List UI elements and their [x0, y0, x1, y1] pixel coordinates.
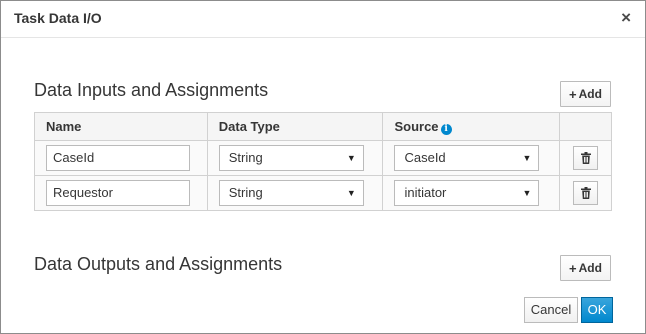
name-input[interactable]: Requestor	[46, 180, 190, 206]
data-type-value: String	[228, 150, 263, 165]
plus-icon: +	[569, 86, 577, 102]
column-header-name: Name	[34, 112, 208, 141]
cancel-button[interactable]: Cancel	[524, 297, 578, 323]
delete-row-button[interactable]	[573, 146, 599, 170]
caret-down-icon: ▼	[346, 188, 356, 198]
source-cell: initiator ▼	[382, 175, 561, 211]
source-select[interactable]: CaseId ▼	[394, 145, 540, 171]
inputs-table: Name Data Type Sourcei CaseId String ▼	[34, 112, 612, 211]
caret-down-icon: ▼	[346, 153, 356, 163]
name-cell: CaseId	[34, 140, 208, 176]
close-icon[interactable]: ×	[621, 9, 631, 27]
dialog-title: Task Data I/O	[14, 10, 102, 26]
source-value: initiator	[404, 185, 447, 200]
dialog-header: Task Data I/O ×	[1, 1, 645, 38]
add-input-label: Add	[578, 87, 602, 101]
column-header-name-label: Name	[46, 119, 82, 134]
column-header-source-label: Source	[394, 118, 439, 134]
plus-icon: +	[569, 260, 577, 276]
source-select[interactable]: initiator ▼	[394, 180, 540, 206]
ok-button[interactable]: OK	[581, 297, 613, 323]
trash-icon	[581, 152, 592, 164]
name-cell: Requestor	[34, 175, 208, 211]
actions-cell	[559, 175, 612, 211]
data-type-select[interactable]: String ▼	[218, 145, 364, 171]
add-output-button[interactable]: + Add	[560, 255, 611, 281]
actions-cell	[559, 140, 612, 176]
info-icon[interactable]: i	[440, 123, 452, 135]
trash-icon	[581, 187, 592, 199]
source-value: CaseId	[404, 150, 446, 165]
inputs-section-title: Data Inputs and Assignments	[34, 80, 269, 100]
table-header-row: Name Data Type Source i	[34, 112, 612, 141]
table-row: CaseId String ▼ CaseId ▼	[34, 140, 612, 176]
column-header-data-type-label: Data Type	[218, 119, 280, 134]
source-cell: CaseId ▼	[382, 140, 561, 176]
add-output-label: Add	[578, 261, 602, 275]
add-input-button[interactable]: + Add	[560, 81, 611, 107]
data-type-cell: String ▼	[206, 140, 384, 176]
delete-row-button[interactable]	[573, 181, 599, 205]
data-type-cell: String ▼	[206, 175, 384, 211]
data-type-value: String	[228, 185, 263, 200]
column-header-source: Source i	[382, 112, 561, 141]
data-type-select[interactable]: String ▼	[218, 180, 364, 206]
outputs-section-title: Data Outputs and Assignments	[34, 254, 283, 274]
column-header-actions	[559, 112, 612, 141]
task-data-io-dialog: Task Data I/O × Data Inputs and Assignme…	[0, 0, 646, 334]
column-header-data-type: Data Type	[206, 112, 384, 141]
table-row: Requestor String ▼ initiator ▼	[34, 175, 612, 211]
caret-down-icon: ▼	[522, 153, 532, 163]
name-input[interactable]: CaseId	[46, 145, 190, 171]
caret-down-icon: ▼	[522, 188, 532, 198]
